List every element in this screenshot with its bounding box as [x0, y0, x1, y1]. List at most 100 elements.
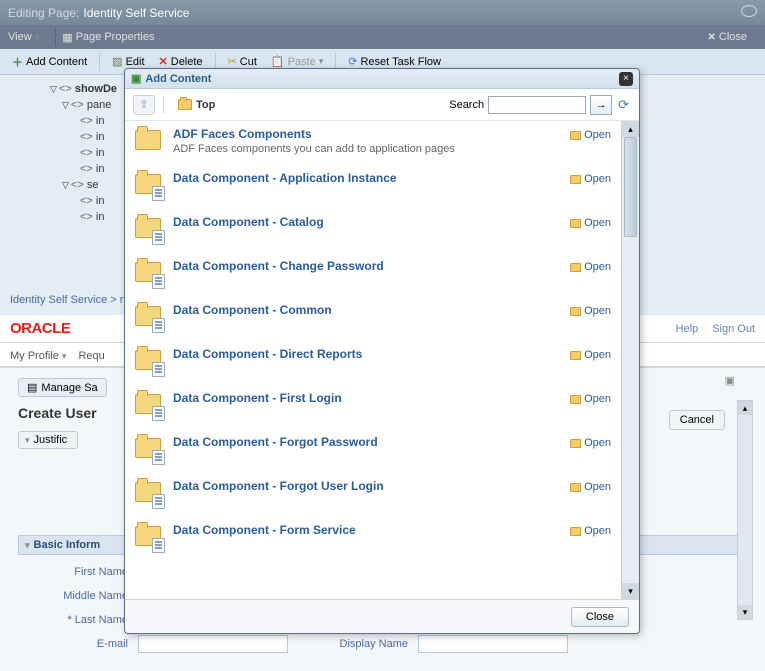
cancel-button[interactable]: Cancel: [669, 410, 725, 430]
folder-icon: [135, 523, 163, 551]
search-label: Search: [449, 99, 484, 111]
catalog-item-desc: ADF Faces components you can add to appl…: [173, 143, 560, 155]
catalog-row: Data Component - Form Service Open: [125, 517, 621, 561]
dialog-title: Add Content: [145, 73, 211, 85]
delete-icon: ✕: [159, 55, 168, 68]
menu-bar: View▾ ▦ Page Properties ✕ Close: [0, 25, 765, 49]
catalog-item-link[interactable]: Data Component - Direct Reports: [173, 347, 560, 361]
window-titlebar: Editing Page: Identity Self Service: [0, 0, 765, 25]
folder-open-icon: [570, 527, 581, 536]
open-folder-button[interactable]: Open: [570, 393, 611, 405]
folder-icon: [135, 347, 163, 375]
folder-icon: [135, 171, 163, 199]
last-name-label: * Last Name: [18, 614, 128, 626]
close-icon: ✕: [707, 32, 715, 43]
catalog-toolbar: ⇧ Top Search → ⟳: [125, 89, 639, 121]
page-icon: ▤: [27, 381, 37, 394]
justification-toggle[interactable]: ▾Justific: [18, 431, 78, 449]
scroll-down-icon[interactable]: ▾: [738, 605, 752, 619]
catalog-item-link[interactable]: Data Component - Forgot User Login: [173, 479, 560, 493]
folder-icon: [135, 127, 163, 155]
folder-icon: [178, 99, 192, 110]
chevron-down-icon: ▾: [25, 540, 30, 551]
signout-link[interactable]: Sign Out: [712, 323, 755, 335]
search-go-button[interactable]: →: [590, 95, 612, 115]
catalog-row: Data Component - Application Instance Ope…: [125, 165, 621, 209]
refresh-button[interactable]: ⟳: [616, 95, 631, 115]
open-folder-button[interactable]: Open: [570, 481, 611, 493]
chevron-down-icon: ▾: [35, 32, 40, 43]
catalog-item-link[interactable]: Data Component - First Login: [173, 391, 560, 405]
help-link[interactable]: Help: [676, 323, 699, 335]
paste-icon: 📋: [271, 55, 285, 68]
oracle-logo-icon: [741, 5, 757, 20]
title-prefix: Editing Page:: [8, 6, 79, 20]
catalog-row: Data Component - Forgot Password Open: [125, 429, 621, 473]
view-menu[interactable]: View▾: [8, 31, 39, 43]
scroll-down-icon[interactable]: ▾: [622, 583, 639, 599]
folder-icon: [135, 435, 163, 463]
open-folder-button[interactable]: Open: [570, 129, 611, 141]
folder-open-icon: [570, 263, 581, 272]
catalog-item-link[interactable]: Data Component - Change Password: [173, 259, 560, 273]
email-input[interactable]: [138, 635, 288, 653]
open-folder-button[interactable]: Open: [570, 437, 611, 449]
tab-my-profile[interactable]: My Profile▾: [10, 350, 66, 366]
plus-icon: ＋: [12, 54, 23, 70]
tab-requests[interactable]: Requ: [78, 350, 104, 366]
catalog-breadcrumb[interactable]: Top: [178, 99, 215, 111]
open-folder-button[interactable]: Open: [570, 305, 611, 317]
dialog-close-x[interactable]: ×: [619, 72, 633, 86]
maximize-icon[interactable]: ▣: [725, 374, 735, 387]
page-title: Identity Self Service: [83, 6, 189, 20]
open-folder-button[interactable]: Open: [570, 349, 611, 361]
page-properties-menu[interactable]: ▦ Page Properties: [62, 31, 154, 44]
scrollbar-thumb[interactable]: [624, 137, 637, 237]
breadcrumb-link[interactable]: Identity Self Service: [10, 294, 107, 306]
catalog-item-link[interactable]: Data Component - Forgot Password: [173, 435, 560, 449]
list-scrollbar[interactable]: ▴ ▾: [621, 121, 639, 599]
folder-open-icon: [570, 175, 581, 184]
catalog-item-link[interactable]: Data Component - Form Service: [173, 523, 560, 537]
display-name-input[interactable]: [418, 635, 568, 653]
email-label: E-mail: [18, 638, 128, 650]
catalog-row: Data Component - Change Password Open: [125, 253, 621, 297]
catalog-item-link[interactable]: Data Component - Application Instance: [173, 171, 560, 185]
scrollbar[interactable]: ▴ ▾: [737, 400, 753, 620]
catalog-row: Data Component - Forgot User Login Open: [125, 473, 621, 517]
first-name-label: First Name: [18, 566, 128, 578]
dialog-close-button[interactable]: Close: [571, 607, 629, 627]
open-folder-button[interactable]: Open: [570, 525, 611, 537]
catalog-item-link[interactable]: ADF Faces Components: [173, 127, 560, 141]
open-folder-button[interactable]: Open: [570, 173, 611, 185]
catalog-item-link[interactable]: Data Component - Catalog: [173, 215, 560, 229]
folder-open-icon: [570, 131, 581, 140]
folder-icon: [135, 259, 163, 287]
add-content-button[interactable]: ＋Add Content: [8, 52, 91, 72]
folder-open-icon: [570, 307, 581, 316]
manage-button[interactable]: ▤Manage Sa: [18, 378, 107, 397]
open-folder-button[interactable]: Open: [570, 261, 611, 273]
catalog-search-input[interactable]: [488, 96, 586, 114]
open-folder-button[interactable]: Open: [570, 217, 611, 229]
folder-open-icon: [570, 351, 581, 360]
folder-icon: [135, 479, 163, 507]
chevron-down-icon: ▾: [319, 56, 324, 67]
folder-open-icon: [570, 439, 581, 448]
display-name-label: Display Name: [298, 638, 408, 650]
catalog-row: Data Component - Catalog Open: [125, 209, 621, 253]
up-level-button[interactable]: ⇧: [133, 95, 155, 115]
properties-icon: ▦: [62, 31, 72, 44]
cut-icon: ✂: [228, 55, 237, 68]
oracle-logo: ORACLE: [10, 320, 70, 337]
chevron-down-icon: ▾: [25, 435, 30, 446]
close-window-button[interactable]: ✕ Close: [707, 31, 747, 43]
catalog-item-link[interactable]: Data Component - Common: [173, 303, 560, 317]
catalog-row: Data Component - Common Open: [125, 297, 621, 341]
scroll-up-icon[interactable]: ▴: [622, 121, 639, 137]
reset-icon: ⟳: [348, 55, 357, 68]
catalog-row: ADF Faces Components ADF Faces components…: [125, 121, 621, 165]
folder-open-icon: [570, 219, 581, 228]
scroll-up-icon[interactable]: ▴: [738, 401, 752, 415]
folder-icon: [135, 303, 163, 331]
